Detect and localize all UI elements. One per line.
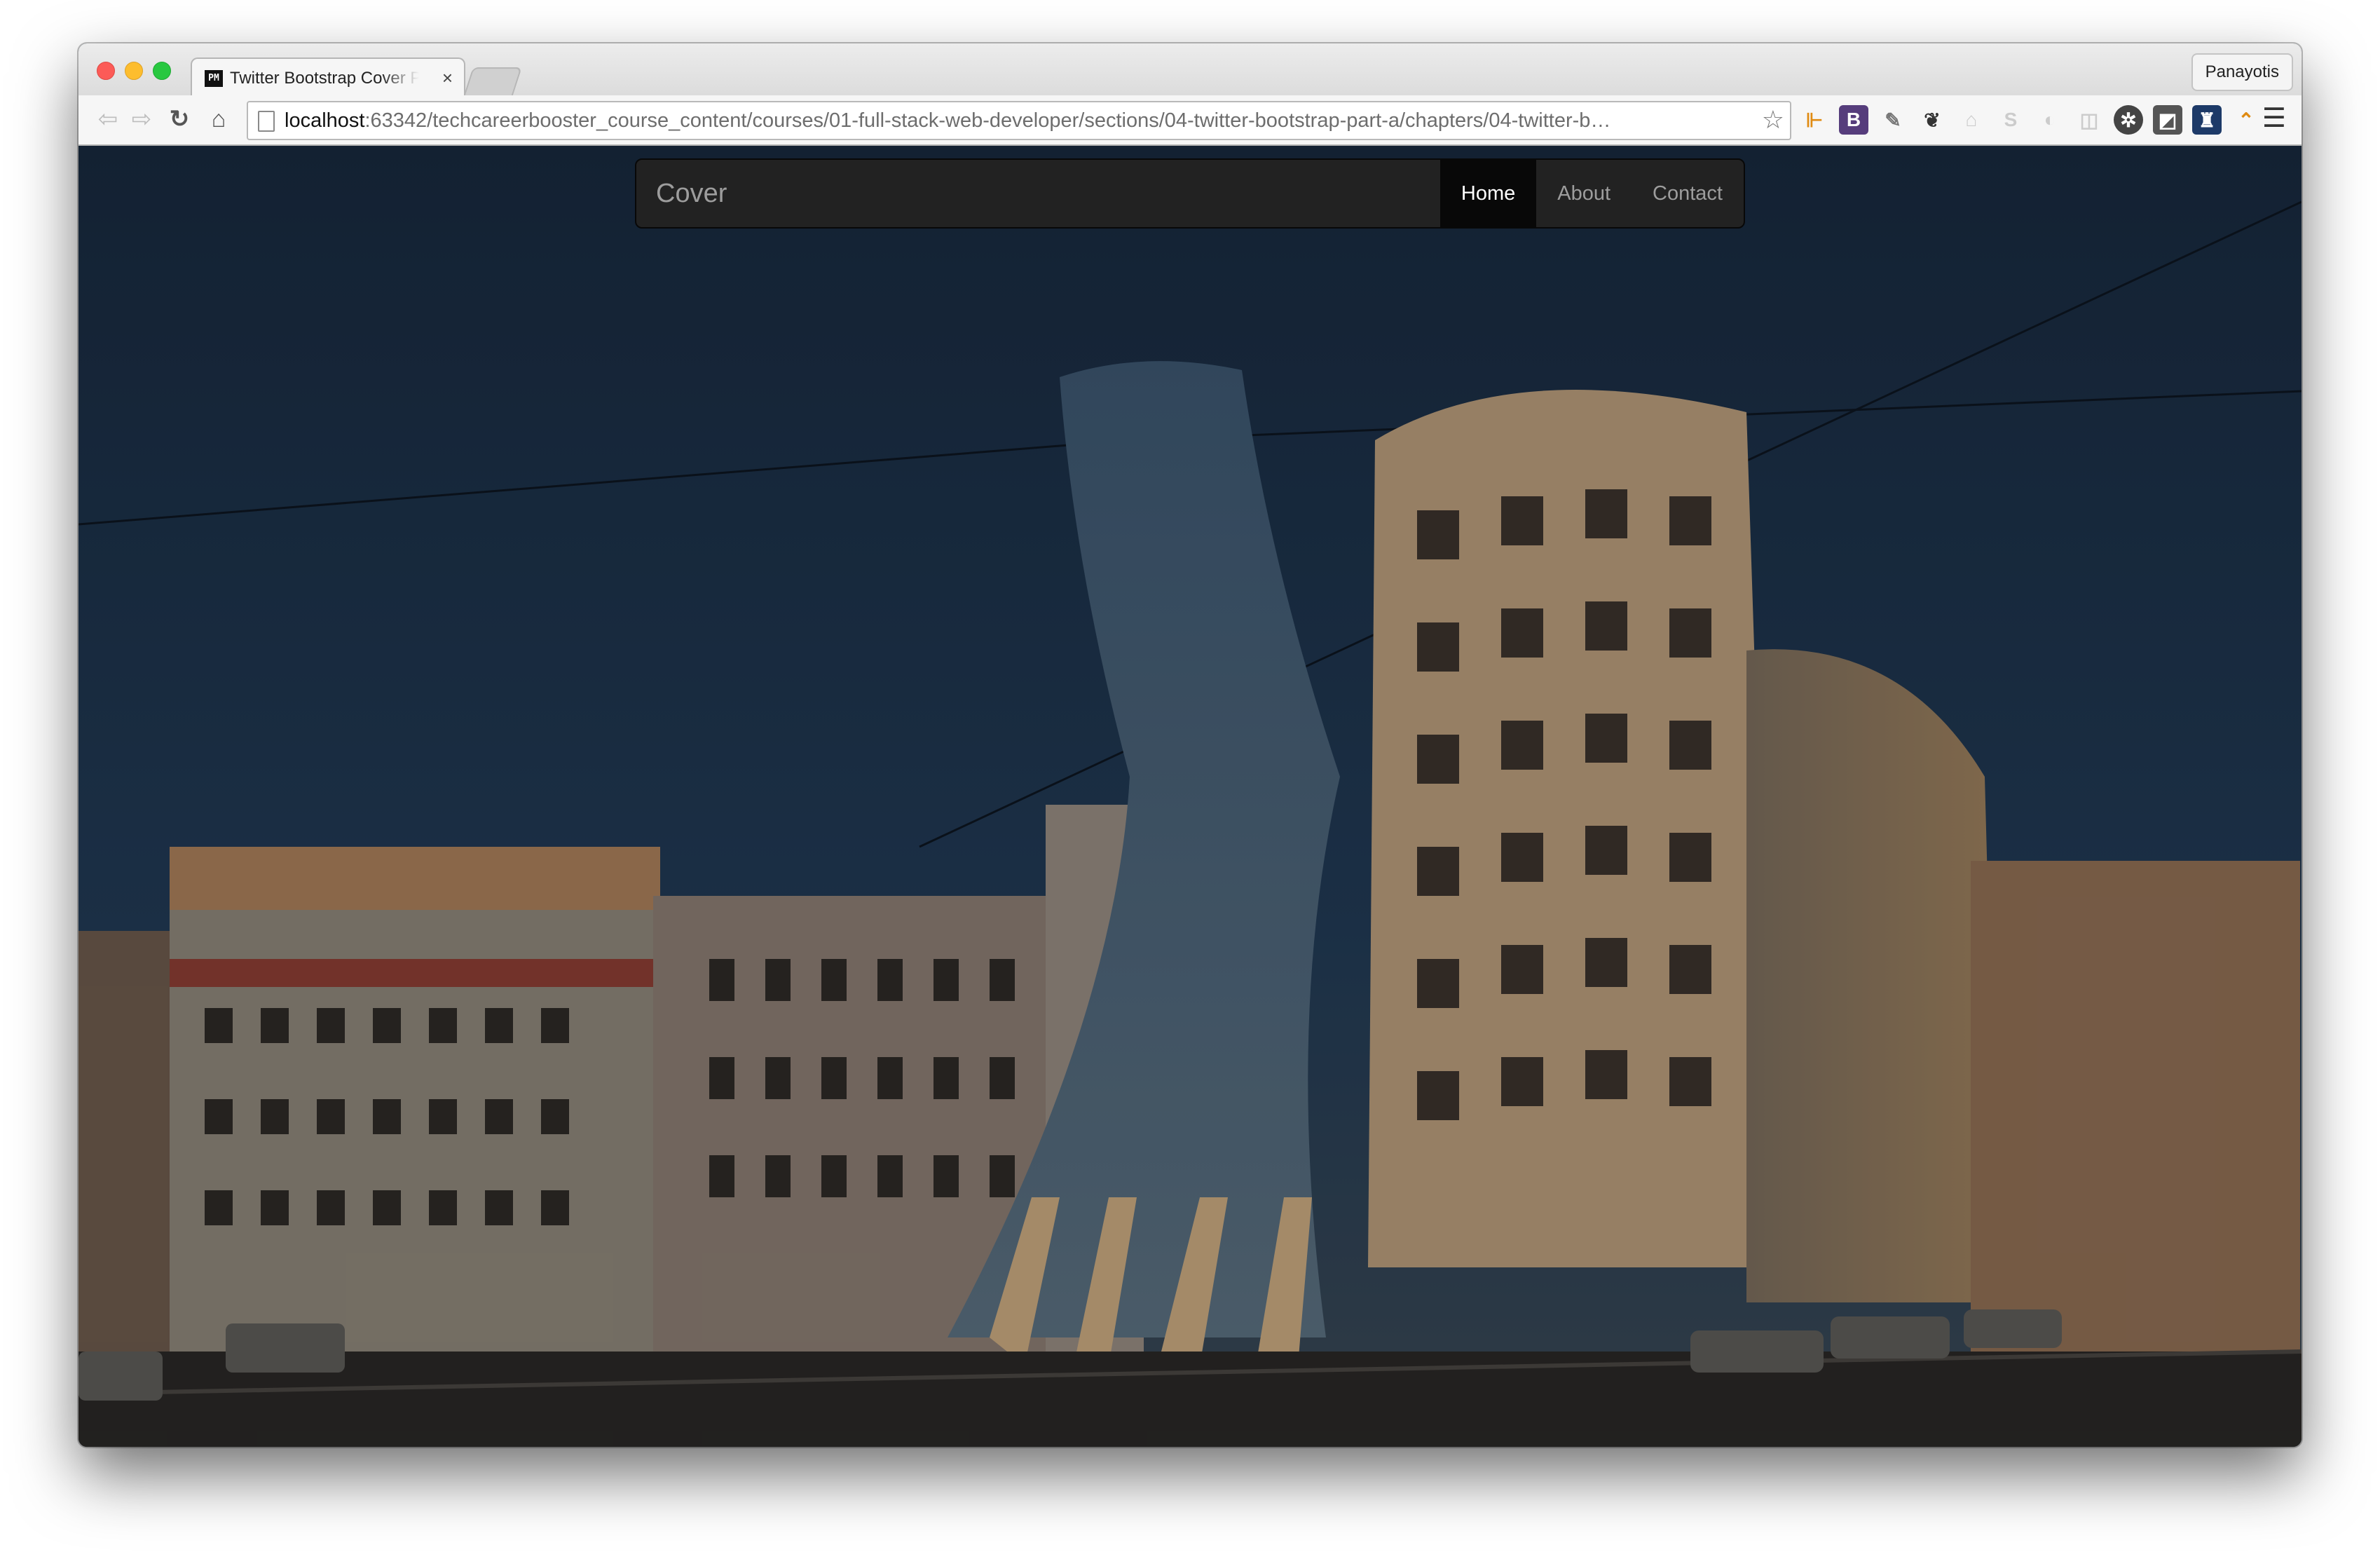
minimize-window-button[interactable] [125,62,143,80]
url-host: localhost [285,109,365,132]
sitemap-extension-icon[interactable]: ⌂ [1957,105,1986,135]
menu-icon[interactable]: ☰ [2262,102,2286,134]
forward-arrow-icon[interactable]: ⇨ [128,104,156,135]
home-icon[interactable]: ⌂ [205,104,233,135]
eyedropper-extension-icon[interactable]: ✎ [1878,105,1908,135]
bookmark-star-icon[interactable]: ☆ [1762,105,1784,135]
aperture-extension-icon[interactable]: ✲ [2114,105,2143,135]
navbar: Cover Home About Contact [635,158,1745,229]
page-icon [258,111,275,132]
pocket-extension-icon[interactable]: ◐ [2035,105,2065,135]
new-tab-button[interactable] [463,67,522,97]
profile-button[interactable]: Panayotis [2191,53,2293,91]
bootstrap-extension-icon[interactable]: B [1839,105,1868,135]
colorzilla-extension-icon[interactable]: ⌃ [2231,105,2261,135]
photo-dim-overlay [78,146,2302,1447]
brand-link[interactable]: Cover [656,160,727,227]
tab-favicon-icon: PM [205,70,223,87]
address-bar[interactable]: localhost:63342/techcareerbooster_course… [247,101,1791,140]
close-window-button[interactable] [97,62,115,80]
browser-toolbar: ⇦ ⇨ ↻ ⌂ localhost:63342/techcareerbooste… [78,95,2302,146]
url-path: :63342/techcareerbooster_course_content/… [364,109,1611,132]
reload-icon[interactable]: ↻ [165,104,193,135]
back-arrow-icon[interactable]: ⇦ [94,104,122,135]
browser-tab[interactable]: PM Twitter Bootstrap Cover Page × [191,57,465,98]
skype-extension-icon[interactable]: S [1996,105,2025,135]
tab-close-icon[interactable]: × [442,67,453,89]
evernote-extension-icon[interactable]: ❦ [1917,105,1947,135]
nav-link-contact[interactable]: Contact [1632,160,1744,227]
screenshot-extension-icon[interactable]: ◩ [2153,105,2182,135]
url-text[interactable]: localhost:63342/techcareerbooster_course… [285,102,1742,139]
browser-window: PM Twitter Bootstrap Cover Page × Panayo… [78,43,2302,1447]
extension-icons: ⊩ B ✎ ❦ ⌂ S ◐ ◫ ✲ ◩ ♜ ⌃ [1800,102,2261,137]
ghostery-extension-icon[interactable]: ♜ [2192,105,2222,135]
nav-link-about[interactable]: About [1536,160,1632,227]
nav-links: Home About Contact [1439,160,1744,227]
nav-link-home[interactable]: Home [1439,160,1537,227]
wappalyzer-extension-icon[interactable]: ◫ [2074,105,2104,135]
title-bar: PM Twitter Bootstrap Cover Page × Panayo… [78,43,2302,98]
maximize-window-button[interactable] [153,62,171,80]
page-viewport: Cover Home About Contact [78,146,2302,1447]
ruler-extension-icon[interactable]: ⊩ [1800,105,1829,135]
tab-title: Twitter Bootstrap Cover Page [230,69,419,88]
